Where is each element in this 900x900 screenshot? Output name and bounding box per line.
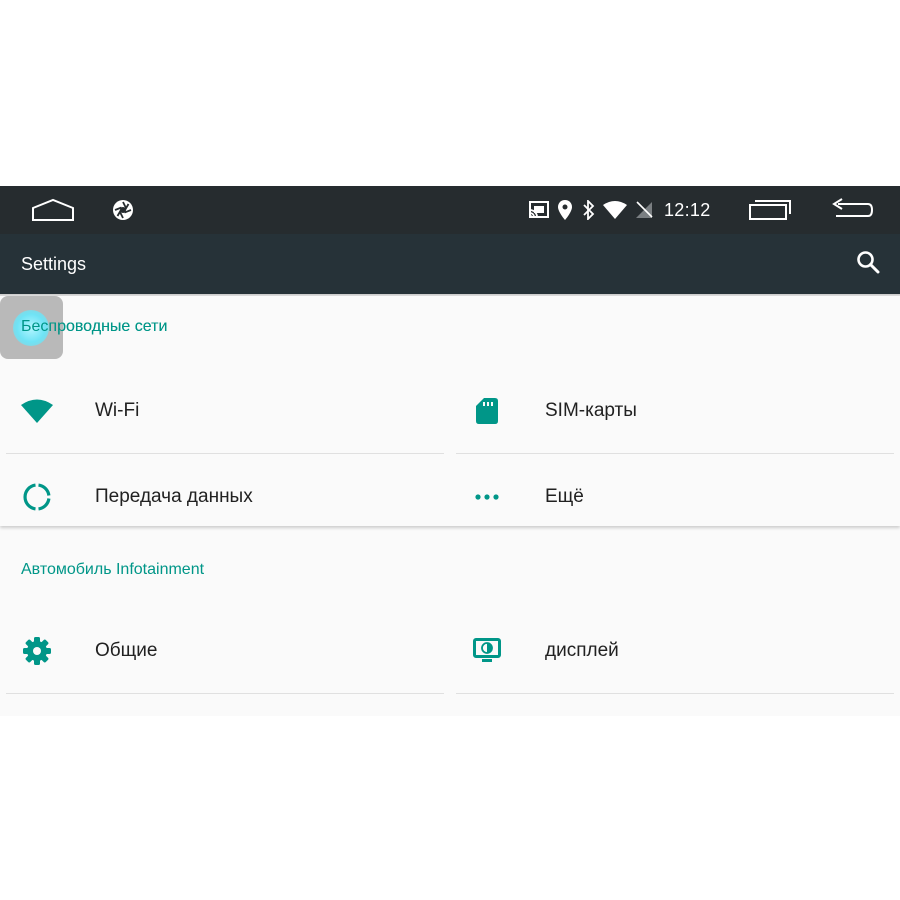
section-title: Автомобиль Infotainment — [21, 561, 205, 578]
display-icon — [467, 636, 507, 666]
wifi-signal-icon — [602, 186, 628, 234]
aperture-icon — [110, 186, 136, 234]
settings-item-general[interactable]: Общие — [0, 608, 444, 694]
page-title: Settings — [21, 254, 87, 274]
no-sim-icon — [633, 186, 655, 234]
settings-item-wifi[interactable]: Wi-Fi — [0, 368, 444, 454]
settings-item-label: Wi-Fi — [95, 400, 140, 421]
status-bar: 12:12 — [0, 186, 900, 234]
settings-item-data-usage[interactable]: Передача данных — [0, 454, 440, 540]
settings-item-display[interactable]: дисплей — [450, 608, 894, 694]
settings-item-label: Передача данных — [95, 486, 253, 507]
wifi-icon — [17, 396, 57, 426]
infotainment-section: Автомобиль Infotainment Общие дисплей — [0, 538, 900, 694]
settings-item-sim-cards[interactable]: SIM-карты — [450, 368, 894, 454]
settings-item-label: Ещё — [545, 486, 584, 507]
gear-icon — [17, 636, 57, 666]
sim-card-icon — [467, 396, 507, 426]
home-icon[interactable] — [26, 186, 80, 234]
settings-item-label: SIM-карты — [545, 400, 637, 421]
divider — [6, 693, 444, 694]
data-usage-icon — [17, 482, 57, 512]
clock: 12:12 — [664, 200, 711, 220]
android-screen: 12:12 Settings Беспроводные сети Wi-Fi S… — [0, 186, 900, 716]
location-icon — [555, 186, 575, 234]
search-button[interactable] — [850, 246, 886, 282]
section-title-overlay: Беспроводные сети — [21, 318, 168, 335]
settings-item-more[interactable]: Ещё — [450, 454, 890, 540]
more-icon — [467, 482, 507, 512]
recents-icon[interactable] — [745, 186, 795, 234]
toolbar: Settings — [0, 234, 900, 294]
divider — [456, 693, 894, 694]
cast-icon — [527, 186, 551, 234]
search-icon — [856, 250, 880, 279]
back-icon[interactable] — [826, 186, 876, 234]
settings-item-label: дисплей — [545, 640, 619, 661]
settings-item-label: Общие — [95, 640, 158, 661]
bluetooth-icon — [580, 186, 598, 234]
